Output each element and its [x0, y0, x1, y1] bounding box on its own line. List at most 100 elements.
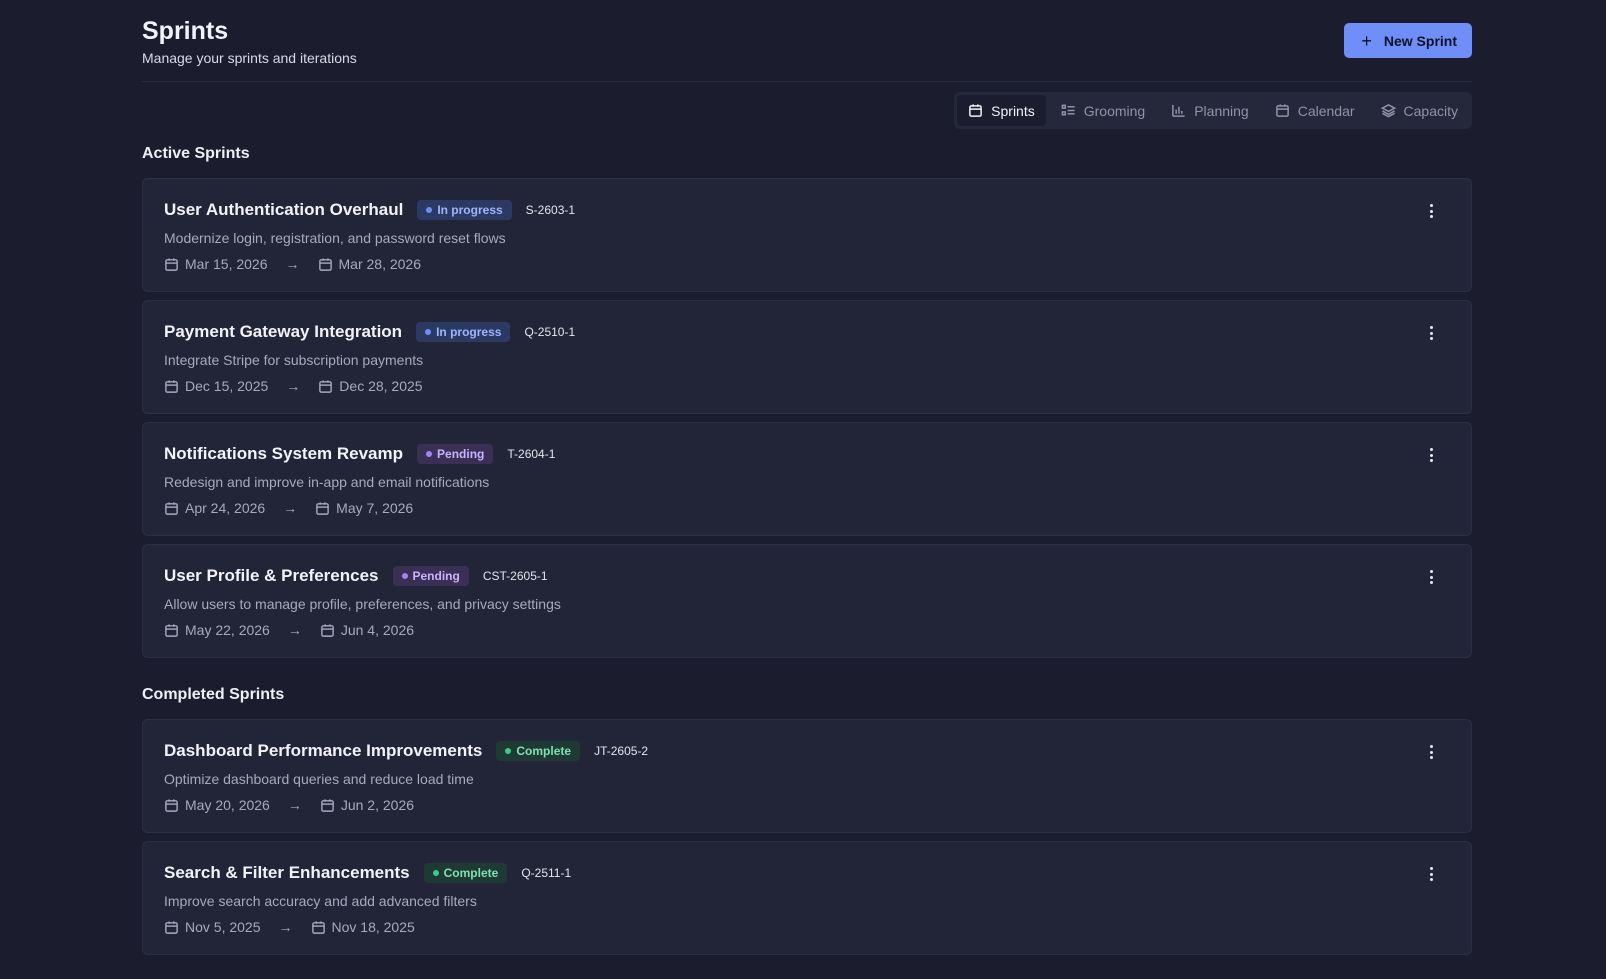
sprints-page: Sprints Manage your sprints and iteratio… [142, 0, 1472, 963]
calendar-icon [319, 379, 333, 393]
status-badge: Complete [423, 863, 508, 883]
calendar-icon [321, 798, 334, 812]
arrow-right-icon: → [283, 500, 298, 516]
status-dot [505, 748, 512, 754]
sprint-dates: May 20, 2026 → Jun 2, 2026 [164, 797, 1450, 813]
end-date: Mar 28, 2026 [338, 256, 422, 272]
tab-capacity[interactable]: Capacity [1370, 95, 1469, 126]
start-date: May 20, 2026 [185, 797, 270, 813]
sprint-description: Integrate Stripe for subscription paymen… [164, 352, 424, 368]
calendar-icon [318, 257, 332, 271]
new-sprint-label: New Sprint [1383, 32, 1457, 49]
sprint-card-header: Payment Gateway Integration In progress … [164, 321, 1450, 343]
more-options-icon[interactable] [1423, 569, 1439, 585]
plus-icon: + [1361, 30, 1372, 51]
arrow-right-icon: → [287, 622, 302, 638]
status-dot [426, 207, 433, 213]
page-header: Sprints Manage your sprints and iteratio… [142, 0, 1472, 82]
page-title: Sprints [142, 17, 229, 45]
sprint-card-header: Notifications System Revamp Pending T-26… [164, 443, 1450, 465]
view-tabs-row: Sprints Grooming Planning Calendar Capac… [142, 92, 1472, 129]
sprint-title[interactable]: Dashboard Performance Improvements [164, 741, 482, 761]
sprint-dates: Nov 5, 2025 → Nov 18, 2025 [164, 919, 1450, 935]
more-options-icon[interactable] [1423, 203, 1439, 219]
end-date: Jun 2, 2026 [340, 797, 415, 813]
sprint-description: Improve search accuracy and add advanced… [164, 893, 477, 909]
sprint-code: Q-2510-1 [524, 325, 576, 339]
status-dot [401, 573, 408, 579]
tab-sprints[interactable]: Sprints [957, 95, 1046, 126]
sprint-title[interactable]: Search & Filter Enhancements [164, 863, 410, 883]
sprint-code: JT-2605-2 [594, 744, 649, 758]
sprint-description: Optimize dashboard queries and reduce lo… [164, 771, 474, 787]
sprint-card-header: Dashboard Performance Improvements Compl… [164, 740, 1450, 762]
sprint-card-header: User Authentication Overhaul In progress… [164, 199, 1450, 221]
active-sprints-list: User Authentication Overhaul In progress… [142, 178, 1472, 658]
end-date: May 7, 2026 [336, 500, 414, 516]
sprint-card[interactable]: User Profile & Preferences Pending CST-2… [142, 544, 1472, 658]
tab-calendar[interactable]: Calendar [1264, 95, 1366, 126]
sprint-code: S-2603-1 [525, 203, 576, 217]
page-subtitle: Manage your sprints and iterations [142, 50, 357, 66]
sprint-title[interactable]: Payment Gateway Integration [164, 322, 402, 342]
calendar-icon [165, 623, 178, 637]
status-label: In progress [437, 203, 503, 217]
sprint-title[interactable]: Notifications System Revamp [164, 444, 403, 464]
calendar-icon [165, 501, 178, 515]
sprint-card-header: User Profile & Preferences Pending CST-2… [164, 565, 1450, 587]
status-badge: In progress [416, 322, 511, 342]
sprint-code: T-2604-1 [507, 447, 556, 461]
sprint-card[interactable]: User Authentication Overhaul In progress… [142, 178, 1472, 292]
start-date: Apr 24, 2026 [185, 500, 266, 516]
status-dot [426, 451, 433, 457]
more-options-icon[interactable] [1423, 866, 1439, 882]
start-date: Mar 15, 2026 [185, 256, 268, 272]
sprint-dates: Mar 15, 2026 → Mar 28, 2026 [164, 256, 1450, 272]
status-badge: In progress [417, 200, 512, 220]
tab-grooming[interactable]: Grooming [1050, 95, 1156, 126]
new-sprint-button[interactable]: + New Sprint [1344, 23, 1472, 58]
status-label: Pending [412, 569, 460, 583]
header-text: Sprints Manage your sprints and iteratio… [142, 16, 357, 66]
more-options-icon[interactable] [1423, 325, 1439, 341]
status-label: In progress [436, 325, 502, 339]
sprint-card[interactable]: Notifications System Revamp Pending T-26… [142, 422, 1472, 536]
sprint-card[interactable]: Payment Gateway Integration In progress … [142, 300, 1472, 414]
status-dot [425, 329, 432, 335]
sprint-description: Modernize login, registration, and passw… [164, 230, 506, 246]
tab-label: Planning [1194, 102, 1249, 119]
sprint-card[interactable]: Search & Filter Enhancements Complete Q-… [142, 841, 1472, 955]
layers-icon [1380, 104, 1396, 118]
sprint-title[interactable]: User Profile & Preferences [164, 566, 379, 586]
status-label: Complete [443, 866, 499, 880]
start-date: May 22, 2026 [185, 622, 270, 638]
start-date: Dec 15, 2025 [185, 378, 269, 394]
calendar-icon [165, 798, 178, 812]
more-options-icon[interactable] [1423, 744, 1439, 760]
tab-label: Grooming [1083, 102, 1146, 119]
sprint-title[interactable]: User Authentication Overhaul [164, 200, 403, 220]
calendar-icon [969, 104, 983, 117]
more-options-icon[interactable] [1423, 447, 1439, 463]
tab-planning[interactable]: Planning [1160, 95, 1260, 126]
view-tabs: Sprints Grooming Planning Calendar Capac… [954, 92, 1472, 129]
calendar-icon [1275, 104, 1289, 117]
status-label: Complete [516, 744, 572, 758]
sprint-description: Allow users to manage profile, preferenc… [164, 596, 561, 612]
sprint-dates: Apr 24, 2026 → May 7, 2026 [164, 500, 1450, 516]
arrow-right-icon: → [278, 919, 293, 935]
bar-chart-icon [1172, 104, 1185, 117]
tab-label: Calendar [1297, 102, 1355, 119]
sprint-description: Redesign and improve in-app and email no… [164, 474, 490, 490]
calendar-icon [165, 379, 178, 393]
sprint-card-header: Search & Filter Enhancements Complete Q-… [164, 862, 1450, 884]
sprint-code: Q-2511-1 [521, 866, 572, 880]
sprint-dates: May 22, 2026 → Jun 4, 2026 [164, 622, 1450, 638]
completed-sprints-list: Dashboard Performance Improvements Compl… [142, 719, 1472, 955]
sprint-card[interactable]: Dashboard Performance Improvements Compl… [142, 719, 1472, 833]
calendar-icon [165, 920, 178, 934]
status-label: Pending [437, 447, 485, 461]
calendar-icon [316, 501, 329, 515]
end-date: Jun 4, 2026 [340, 622, 415, 638]
end-date: Nov 18, 2025 [331, 919, 415, 935]
